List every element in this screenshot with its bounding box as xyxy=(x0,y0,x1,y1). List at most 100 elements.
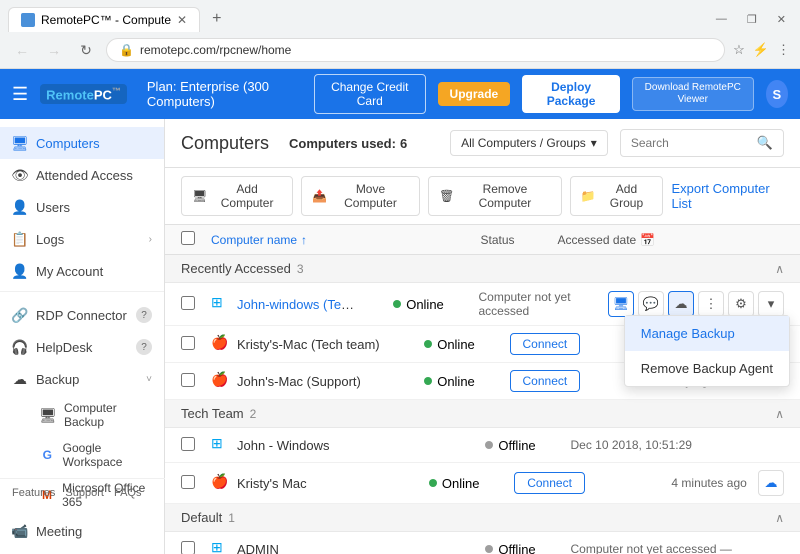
menu-icon[interactable]: ⋮ xyxy=(777,42,790,58)
status-indicator xyxy=(393,300,401,308)
main-content: Computers Computers used:6 All Computers… xyxy=(165,119,800,554)
sidebar-label-google-workspace: Google Workspace xyxy=(63,441,156,469)
avatar[interactable]: S xyxy=(766,80,788,108)
footer-faqs[interactable]: FAQs xyxy=(114,487,142,499)
group-count: 1 xyxy=(228,511,235,525)
search-icon[interactable]: 🔍 xyxy=(757,135,773,151)
backup-chevron-icon: ˅ xyxy=(146,374,152,385)
filter-dropdown[interactable]: All Computers / Groups ▾ xyxy=(450,130,608,156)
group-count: 2 xyxy=(250,407,257,421)
dropdown-icon[interactable]: ▾ xyxy=(758,291,784,317)
apple-icon: 🍎 xyxy=(211,371,231,391)
add-group-button[interactable]: 📁 Add Group xyxy=(570,176,664,216)
status-indicator xyxy=(485,441,493,449)
sidebar-label-my-account: My Account xyxy=(36,264,103,279)
bookmark-icon[interactable]: ☆ xyxy=(733,42,745,58)
helpdesk-info-badge: ? xyxy=(136,339,152,355)
footer-support[interactable]: Support xyxy=(65,487,104,499)
logo: RemotePC™ xyxy=(40,84,127,104)
tab-favicon xyxy=(21,13,35,27)
sidebar-item-users[interactable]: 👤 Users xyxy=(0,191,164,223)
group-title: Recently Accessed xyxy=(181,261,291,276)
sidebar-item-helpdesk[interactable]: 🎧 HelpDesk ? xyxy=(0,331,164,363)
footer-features[interactable]: Features xyxy=(12,487,55,499)
calendar-icon[interactable]: 📅 xyxy=(640,233,655,247)
col-status-header: Status xyxy=(438,233,558,247)
forward-button[interactable]: → xyxy=(42,38,66,62)
new-tab-button[interactable]: + xyxy=(204,6,229,32)
extensions-icon[interactable]: ⚡ xyxy=(753,42,769,58)
chat-icon[interactable]: 💬 xyxy=(638,291,664,317)
download-viewer-button[interactable]: Download RemotePC Viewer xyxy=(632,77,754,111)
back-button[interactable]: ← xyxy=(10,38,34,62)
add-computer-button[interactable]: 🖥 Add Computer xyxy=(181,176,293,216)
select-all-checkbox[interactable] xyxy=(181,231,195,245)
col-name-header[interactable]: Computer name ↑ xyxy=(211,233,438,247)
table-row: 🍎 Kristy's Mac Online Connect 4 minutes … xyxy=(165,463,800,504)
computer-status: Online xyxy=(390,337,510,352)
sidebar-item-backup[interactable]: ☁ Backup ˅ xyxy=(0,363,164,395)
sidebar-item-computers[interactable]: 🖥 Computers xyxy=(0,127,164,159)
close-button[interactable]: ✕ xyxy=(771,11,792,28)
maximize-button[interactable]: ❐ xyxy=(741,11,763,28)
search-input[interactable] xyxy=(631,136,751,150)
manage-backup-item[interactable]: Manage Backup xyxy=(625,316,789,351)
backup-action-icon[interactable]: ☁ xyxy=(668,291,694,317)
tab-close-icon[interactable]: ✕ xyxy=(177,13,187,27)
group-title: Default xyxy=(181,510,222,525)
logs-icon: 📋 xyxy=(12,231,28,247)
sidebar-item-attended-access[interactable]: 👁 Attended Access xyxy=(0,159,164,191)
context-menu: Manage Backup Remove Backup Agent xyxy=(624,315,790,387)
collapse-icon[interactable]: ∧ xyxy=(775,511,784,525)
remote-desktop-icon[interactable]: 🖥 xyxy=(608,291,634,317)
hamburger-menu-icon[interactable]: ☰ xyxy=(12,84,28,105)
change-credit-card-button[interactable]: Change Credit Card xyxy=(314,74,426,114)
my-account-icon: 👤 xyxy=(12,263,28,279)
collapse-icon[interactable]: ∧ xyxy=(775,407,784,421)
address-bar[interactable]: 🔒 remotepc.com/rpcnew/home xyxy=(106,38,725,62)
connect-button[interactable]: Connect xyxy=(510,370,581,392)
row-checkbox[interactable] xyxy=(181,541,195,554)
collapse-icon[interactable]: ∧ xyxy=(775,262,784,276)
sidebar-label-backup: Backup xyxy=(36,372,79,387)
row-checkbox[interactable] xyxy=(181,296,195,310)
sidebar-item-my-account[interactable]: 👤 My Account xyxy=(0,255,164,287)
more-actions-icon[interactable]: ⋮ xyxy=(698,291,724,317)
export-computer-list-link[interactable]: Export Computer List xyxy=(671,181,784,211)
row-checkbox[interactable] xyxy=(181,437,195,451)
connect-button[interactable]: Connect xyxy=(510,333,581,355)
reload-button[interactable]: ↻ xyxy=(74,38,98,62)
table-row: ⊞ John - Windows Offline Dec 10 2018, 10… xyxy=(165,428,800,463)
row-actions: ☁ xyxy=(758,470,784,496)
remove-backup-agent-item[interactable]: Remove Backup Agent xyxy=(625,351,789,386)
rdp-info-badge: ? xyxy=(136,307,152,323)
connect-button[interactable]: Connect xyxy=(514,472,585,494)
minimize-button[interactable]: — xyxy=(710,11,733,28)
deploy-package-button[interactable]: Deploy Package xyxy=(522,75,620,113)
row-checkbox[interactable] xyxy=(181,475,195,489)
sidebar-item-logs[interactable]: 📋 Logs › xyxy=(0,223,164,255)
sidebar-item-google-workspace[interactable]: G Google Workspace xyxy=(32,435,164,475)
upgrade-button[interactable]: Upgrade xyxy=(438,82,511,106)
app-body: 🖥 Computers 👁 Attended Access 👤 Users 📋 … xyxy=(0,119,800,554)
group-count: 3 xyxy=(297,262,304,276)
sidebar-item-computer-backup[interactable]: 🖥 Computer Backup xyxy=(32,395,164,435)
row-actions: 🖥 💬 ☁ ⋮ ⚙ ▾ xyxy=(608,291,784,317)
group-header-default: Default 1 ∧ xyxy=(165,504,800,532)
row-checkbox[interactable] xyxy=(181,336,195,350)
sidebar-item-rdp-connector[interactable]: 🔗 RDP Connector ? xyxy=(0,299,164,331)
table-area: Computer name ↑ Status Accessed date 📅 R… xyxy=(165,225,800,554)
remove-computer-button[interactable]: 🗑 Remove Computer xyxy=(428,176,561,216)
sidebar-item-meeting[interactable]: 📹 Meeting xyxy=(0,515,164,547)
table-row: ⊞ John-windows (Techte... Online Compute… xyxy=(165,283,800,326)
move-computer-button[interactable]: 📤 Move Computer xyxy=(301,176,420,216)
active-tab[interactable]: RemotePC™ - Compute ✕ xyxy=(8,7,200,32)
row-checkbox[interactable] xyxy=(181,373,195,387)
google-workspace-icon: G xyxy=(40,447,55,463)
settings-icon[interactable]: ⚙ xyxy=(728,291,754,317)
computers-used: Computers used:6 xyxy=(289,136,407,151)
backup-cloud-icon[interactable]: ☁ xyxy=(758,470,784,496)
plan-label: Plan: Enterprise (300 Computers) xyxy=(147,79,302,109)
chevron-down-icon: ▾ xyxy=(591,136,597,150)
group-title: Tech Team xyxy=(181,406,244,421)
